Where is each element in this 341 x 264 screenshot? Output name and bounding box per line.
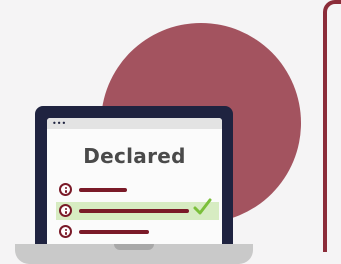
decorative-frame <box>323 0 341 264</box>
text-placeholder-bar <box>79 188 127 192</box>
illustration-canvas: ••• Declared <box>0 0 341 264</box>
laptop-base-notch <box>114 244 154 250</box>
checkmark-icon <box>193 198 212 215</box>
laptop-lid: ••• Declared <box>35 106 233 244</box>
window-dots-icon: ••• <box>52 119 67 128</box>
screen-title: Declared <box>83 144 186 168</box>
person-info-icon <box>59 183 72 196</box>
laptop-screen: ••• Declared <box>47 118 222 244</box>
list-item <box>59 224 209 240</box>
window-title-bar: ••• <box>47 118 222 129</box>
list-item-selected <box>56 198 219 220</box>
person-info-icon <box>59 225 72 238</box>
text-placeholder-bar <box>79 209 189 213</box>
list-item <box>59 182 209 198</box>
person-info-icon <box>59 204 72 217</box>
frame-bottom-fade <box>323 252 341 264</box>
laptop-base <box>15 244 253 264</box>
text-placeholder-bar <box>79 230 149 234</box>
